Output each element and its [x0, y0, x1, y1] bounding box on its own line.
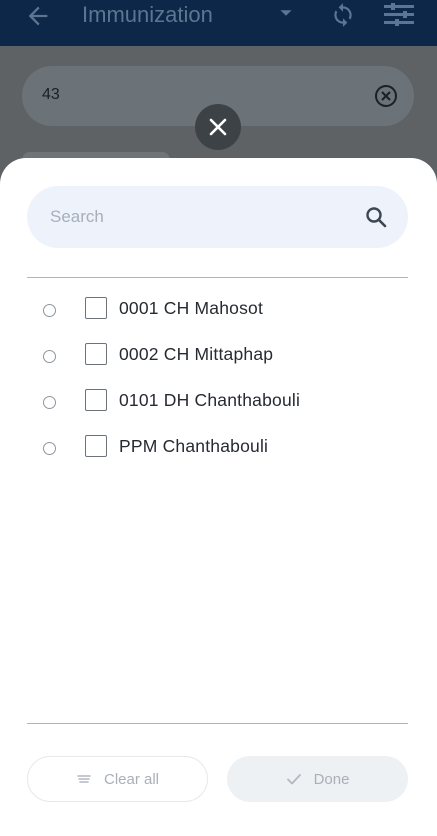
- app-title: Immunization: [82, 2, 213, 27]
- app-bar: Immunization: [0, 0, 437, 46]
- clear-all-button[interactable]: Clear all: [27, 756, 208, 802]
- search-input[interactable]: [50, 186, 350, 248]
- selection-bottom-sheet: 0001 CH Mahosot 0002 CH Mittaphap 0101 D…: [0, 158, 437, 836]
- search-box: [27, 186, 408, 248]
- checkbox[interactable]: [85, 389, 107, 411]
- clear-all-label: Clear all: [103, 770, 160, 788]
- expand-node-icon[interactable]: [43, 442, 56, 455]
- checkbox[interactable]: [85, 297, 107, 319]
- checkbox[interactable]: [85, 435, 107, 457]
- done-button[interactable]: Done: [227, 756, 408, 802]
- sync-icon[interactable]: [330, 2, 356, 28]
- check-icon: [286, 774, 301, 785]
- clear-circle-icon: [375, 85, 397, 107]
- chevron-down-icon[interactable]: [279, 6, 293, 20]
- expand-node-icon[interactable]: [43, 396, 56, 409]
- close-icon: [209, 118, 227, 136]
- list-item[interactable]: 0001 CH Mahosot: [0, 288, 437, 334]
- list-item-label: 0101 DH Chanthabouli: [119, 390, 301, 410]
- expand-node-icon[interactable]: [43, 304, 56, 317]
- background-field-value: 43: [42, 86, 60, 103]
- list-item-label: PPM Chanthabouli: [119, 436, 269, 456]
- list-item[interactable]: 0002 CH Mittaphap: [0, 334, 437, 380]
- list-item[interactable]: 0101 DH Chanthabouli: [0, 380, 437, 426]
- checkbox[interactable]: [85, 343, 107, 365]
- close-sheet-button[interactable]: [195, 104, 241, 150]
- expand-node-icon[interactable]: [43, 350, 56, 363]
- clear-all-icon: [77, 775, 91, 783]
- search-icon[interactable]: [364, 205, 388, 229]
- list-item-label: 0001 CH Mahosot: [119, 298, 264, 318]
- list-item-label: 0002 CH Mittaphap: [119, 344, 274, 364]
- list-item[interactable]: PPM Chanthabouli: [0, 426, 437, 472]
- done-label: Done: [313, 770, 350, 788]
- filter-settings-icon[interactable]: [383, 2, 415, 28]
- top-divider: [27, 277, 408, 278]
- back-arrow-icon[interactable]: [24, 2, 52, 30]
- bottom-divider: [27, 723, 408, 724]
